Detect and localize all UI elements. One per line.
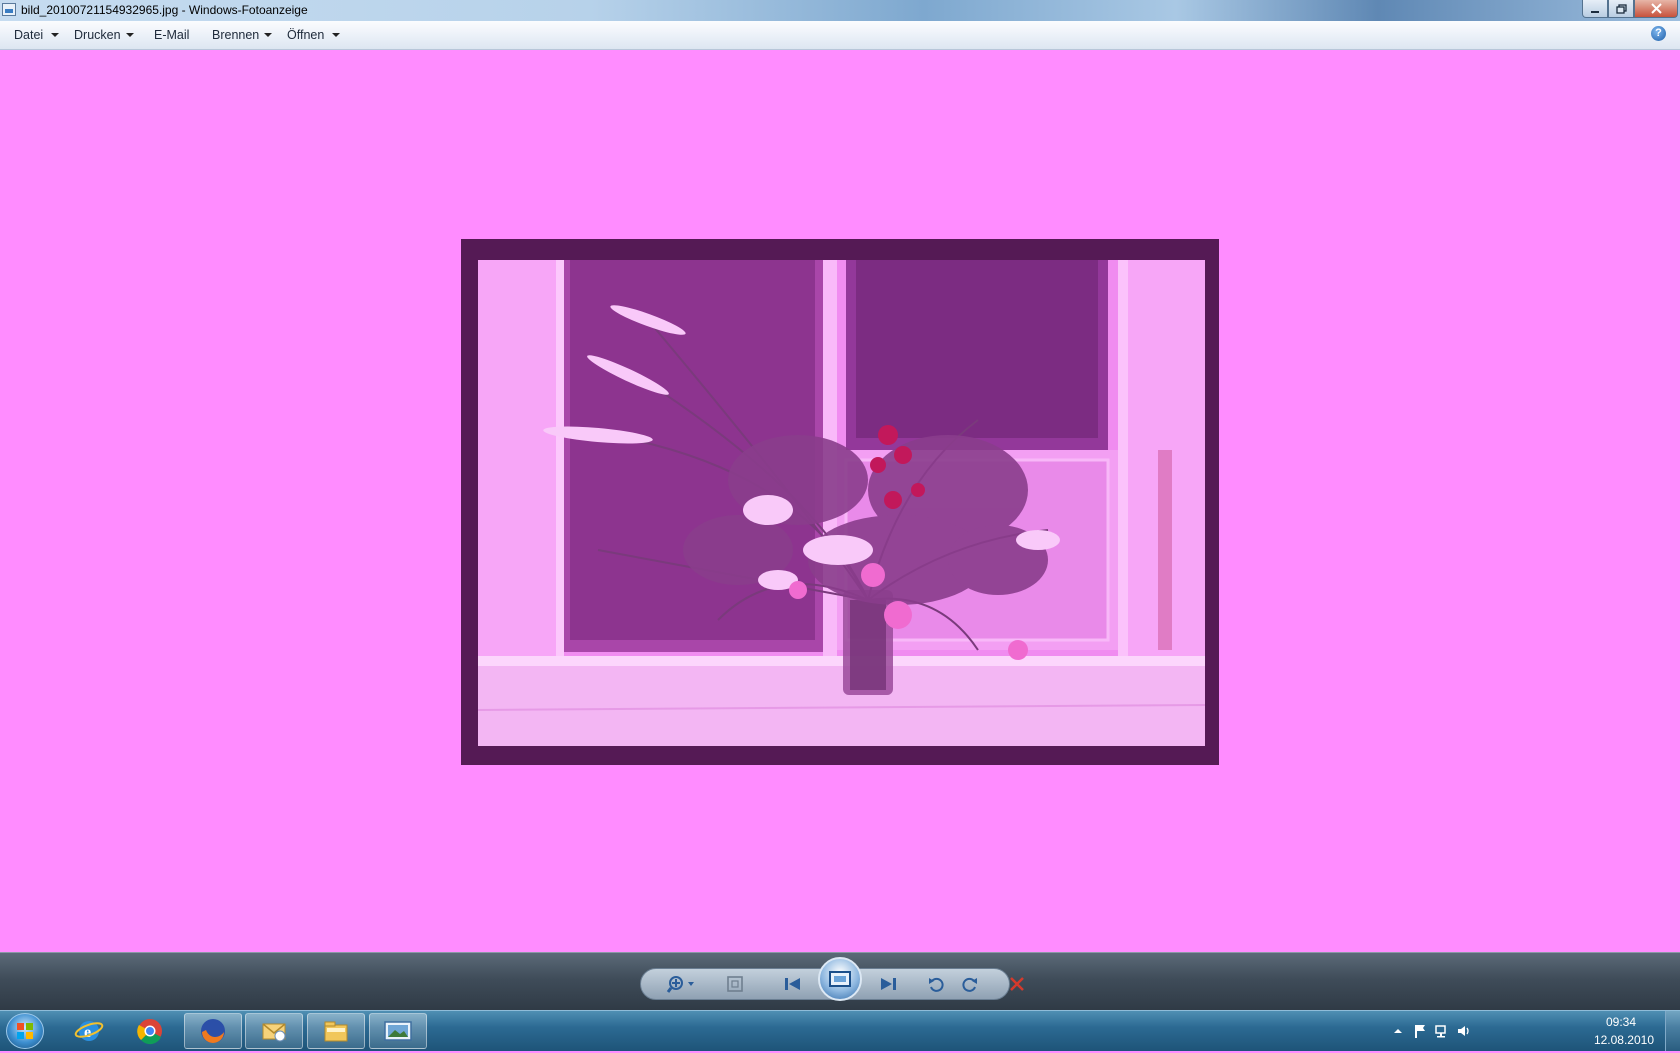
actual-size-icon	[727, 976, 743, 992]
explorer-folder-icon	[324, 1021, 348, 1042]
help-icon[interactable]: ?	[1651, 26, 1666, 41]
action-center-flag-icon[interactable]	[1412, 1023, 1428, 1039]
window-controls	[1582, 0, 1678, 19]
menu-drucken[interactable]: Drucken	[74, 28, 121, 42]
next-button[interactable]	[875, 973, 901, 995]
title-bar[interactable]: bild_20100721154932965.jpg - Windows-Fot…	[0, 0, 1680, 21]
image-viewer-area	[0, 50, 1680, 952]
windows-logo-icon	[17, 1023, 33, 1039]
show-hidden-icons-icon[interactable]	[1390, 1023, 1406, 1039]
next-icon	[881, 978, 896, 990]
system-tray: 09:34 12.08.2010	[1390, 1011, 1680, 1051]
delete-button[interactable]	[1005, 973, 1029, 995]
start-button[interactable]	[6, 1013, 44, 1049]
network-icon[interactable]	[1434, 1023, 1450, 1039]
chevron-down-icon[interactable]	[264, 33, 272, 37]
clock-date[interactable]: 12.08.2010	[1594, 1033, 1654, 1047]
outlook-icon	[262, 1023, 286, 1042]
firefox-icon	[201, 1019, 225, 1043]
viewer-control-bar	[0, 952, 1680, 1011]
actual-size-button[interactable]	[723, 973, 747, 995]
previous-icon	[785, 978, 800, 990]
menu-bar: Datei Drucken E-Mail Brennen Öffnen ?	[0, 21, 1680, 50]
menu-oeffnen[interactable]: Öffnen	[287, 28, 324, 42]
windows-taskbar: e 09:34 12.08.2010	[0, 1010, 1680, 1051]
rotate-right-icon	[962, 977, 977, 992]
photo-viewer-icon	[384, 1021, 412, 1041]
maximize-button[interactable]	[1608, 0, 1634, 18]
internet-explorer-icon: e	[74, 1021, 104, 1041]
chrome-icon	[137, 1019, 162, 1045]
volume-icon[interactable]	[1456, 1023, 1472, 1039]
menu-brennen[interactable]: Brennen	[212, 28, 259, 42]
delete-icon	[1010, 977, 1024, 991]
rotate-left-button[interactable]	[925, 973, 947, 995]
rotate-left-icon	[929, 977, 944, 992]
menu-email[interactable]: E-Mail	[154, 28, 189, 42]
close-icon	[1650, 3, 1662, 14]
taskbar-chrome[interactable]	[121, 1013, 179, 1049]
taskbar-photo-viewer[interactable]	[369, 1013, 427, 1049]
window-title: bild_20100721154932965.jpg - Windows-Fot…	[21, 3, 308, 17]
chevron-down-icon[interactable]	[51, 33, 59, 37]
flower-bouquet-image	[478, 260, 1205, 746]
zoom-icon	[666, 976, 694, 993]
displayed-photo	[478, 260, 1205, 746]
close-button[interactable]	[1634, 0, 1678, 18]
restore-icon	[1615, 3, 1627, 14]
displayed-photo-frame	[461, 239, 1219, 765]
taskbar-outlook[interactable]	[245, 1013, 303, 1049]
taskbar-firefox[interactable]	[184, 1013, 242, 1049]
taskbar-explorer[interactable]	[307, 1013, 365, 1049]
chevron-down-icon[interactable]	[126, 33, 134, 37]
slideshow-icon	[829, 971, 851, 987]
chevron-down-icon[interactable]	[332, 33, 340, 37]
minimize-icon	[1591, 10, 1599, 13]
photo-viewer-app-icon[interactable]	[2, 3, 16, 16]
previous-button[interactable]	[780, 973, 806, 995]
taskbar-internet-explorer[interactable]: e	[60, 1013, 118, 1049]
zoom-button[interactable]	[665, 973, 697, 995]
slideshow-button[interactable]	[818, 957, 862, 1001]
rotate-right-button[interactable]	[959, 973, 981, 995]
show-desktop-button[interactable]	[1665, 1011, 1680, 1051]
menu-datei[interactable]: Datei	[14, 28, 43, 42]
clock-time[interactable]: 09:34	[1606, 1015, 1636, 1029]
minimize-button[interactable]	[1582, 0, 1608, 18]
